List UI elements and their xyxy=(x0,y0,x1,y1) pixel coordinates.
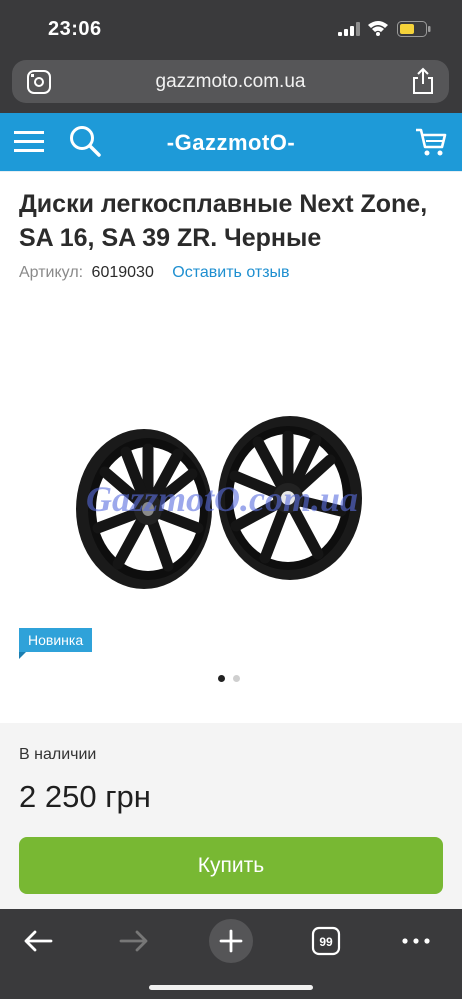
home-indicator xyxy=(149,985,313,990)
tabs-button[interactable]: 99 xyxy=(304,919,348,963)
product-meta: Артикул: 6019030 Оставить отзыв xyxy=(19,264,290,282)
new-tab-button[interactable] xyxy=(209,919,253,963)
product-title: Диски легкосплавные Next Zone, SA 16, SA… xyxy=(19,190,428,252)
new-badge: Новинка xyxy=(19,628,93,652)
leave-review-link[interactable]: Оставить отзыв xyxy=(172,264,289,281)
price-panel: В наличии 2 250 грн Купить xyxy=(0,723,462,909)
forward-button[interactable] xyxy=(112,919,156,963)
product-price: 2 250 грн xyxy=(19,779,151,814)
back-button[interactable] xyxy=(16,919,60,963)
breadcrumb xyxy=(0,171,462,177)
wifi-icon xyxy=(368,21,388,36)
back-icon xyxy=(24,930,53,952)
plus-icon xyxy=(219,929,243,953)
url-text[interactable]: gazzmoto.com.ua xyxy=(12,71,449,93)
battery-icon xyxy=(397,21,431,37)
buy-button[interactable]: Купить xyxy=(19,837,443,894)
address-bar[interactable]: gazzmoto.com.ua xyxy=(12,60,449,103)
badge-tail xyxy=(19,652,26,659)
stock-status: В наличии xyxy=(19,746,97,763)
site-logo[interactable]: -GazzmotO- xyxy=(0,130,462,156)
gallery-dot[interactable] xyxy=(233,675,240,682)
forward-icon xyxy=(119,930,148,952)
svg-text:GazzmotO.com.ua: GazzmotO.com.ua xyxy=(86,479,358,519)
product-image[interactable]: GazzmotO.com.ua xyxy=(60,416,400,601)
gallery-dots[interactable] xyxy=(218,669,248,687)
more-icon xyxy=(402,938,430,944)
status-time: 23:06 xyxy=(48,18,102,40)
cellular-signal-icon xyxy=(338,22,360,36)
tab-count: 99 xyxy=(319,935,333,949)
status-bar: 23:06 xyxy=(0,0,462,56)
sku-label: Артикул: xyxy=(19,264,84,281)
sku-value: 6019030 xyxy=(91,264,154,281)
more-button[interactable] xyxy=(394,919,438,963)
tabs-icon: 99 xyxy=(311,926,341,956)
share-icon[interactable] xyxy=(411,67,435,95)
product-content: Диски легкосплавные Next Zone, SA 16, SA… xyxy=(0,171,462,723)
gallery-dot-active[interactable] xyxy=(218,675,225,682)
cart-icon[interactable] xyxy=(414,125,448,159)
browser-toolbar: 99 xyxy=(0,909,462,999)
site-header: -GazzmotO- xyxy=(0,113,462,171)
